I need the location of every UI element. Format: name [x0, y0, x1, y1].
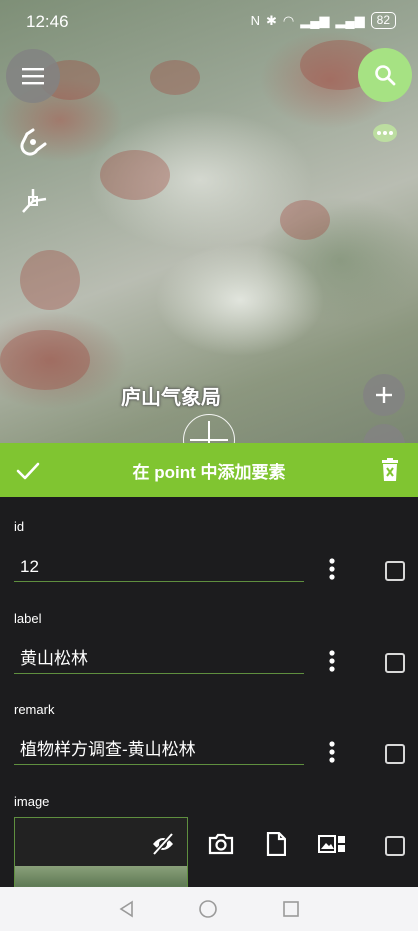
file-icon [266, 832, 286, 856]
remember-checkbox[interactable] [385, 836, 405, 856]
status-icons: N ✱ ◠ ▂▄▆ ▂▄▆ 82 [251, 12, 396, 29]
gallery-icon [318, 835, 345, 853]
map-view[interactable]: 12:46 N ✱ ◠ ▂▄▆ ▂▄▆ 82 庐山气象局 [0, 0, 418, 445]
field-menu-button[interactable] [321, 648, 343, 674]
check-icon [16, 462, 40, 480]
field-menu-button[interactable] [321, 556, 343, 582]
more-vertical-icon [329, 741, 335, 763]
system-nav-bar [0, 887, 418, 931]
zoom-in-button[interactable] [363, 374, 405, 416]
field-menu-button[interactable] [321, 739, 343, 765]
field-label-label: label [14, 611, 42, 626]
field-label-remark: remark [14, 702, 55, 717]
image-preview [15, 866, 187, 887]
file-button[interactable] [262, 830, 290, 858]
remember-checkbox[interactable] [385, 561, 405, 581]
camera-button[interactable] [207, 830, 235, 858]
more-vertical-icon [329, 558, 335, 580]
nfc-icon: N [250, 13, 260, 28]
search-button[interactable] [358, 48, 412, 102]
label-input[interactable]: 黄山松林 [14, 644, 304, 674]
search-icon [375, 65, 396, 86]
more-vertical-icon [329, 650, 335, 672]
delete-icon [382, 458, 398, 481]
battery-indicator: 82 [370, 12, 396, 29]
remember-checkbox[interactable] [385, 653, 405, 673]
crosshair-icon [183, 414, 235, 445]
camera-icon [208, 833, 234, 855]
delete-button[interactable] [377, 456, 403, 484]
field-label-id: id [14, 519, 25, 534]
map-place-label: 庐山气象局 [121, 387, 221, 409]
form-title: 在 point 中添加要素 [132, 462, 286, 482]
chat-bubble-icon[interactable] [372, 123, 398, 150]
status-time: 12:46 [26, 12, 69, 31]
bluetooth-icon: ✱ [265, 12, 277, 28]
signal-2-icon: ▂▄▆ [335, 12, 365, 28]
recents-square-icon[interactable] [282, 900, 300, 918]
snap-tool-button[interactable] [17, 124, 51, 158]
magnet-snap-icon [20, 128, 47, 156]
home-circle-icon[interactable] [198, 899, 218, 919]
signal-icon: ▂▄▆ [300, 12, 330, 28]
vertex-tool-button[interactable] [17, 184, 51, 218]
remark-input[interactable]: 植物样方调查-黄山松林 [14, 735, 304, 765]
hamburger-menu-icon [22, 68, 44, 85]
zoom-out-button[interactable] [363, 424, 405, 445]
field-label-image: image [14, 794, 50, 809]
form-header: 在 point 中添加要素 [0, 443, 418, 497]
plus-icon [376, 387, 392, 403]
remember-checkbox[interactable] [385, 744, 405, 764]
gallery-button[interactable] [318, 830, 346, 858]
wifi-icon: ◠ [282, 12, 295, 28]
attribute-form: id 12 label 黄山松林 remark 植物样方调查-黄山松林 imag… [0, 497, 418, 887]
id-input[interactable]: 12 [14, 552, 304, 582]
image-field[interactable] [14, 817, 188, 887]
menu-button[interactable] [6, 49, 60, 103]
status-bar: 12:46 N ✱ ◠ ▂▄▆ ▂▄▆ 82 [0, 0, 418, 42]
vertex-tool-icon [22, 189, 47, 213]
back-triangle-icon[interactable] [118, 900, 134, 918]
confirm-button[interactable] [14, 457, 42, 485]
eye-off-icon[interactable] [150, 832, 176, 861]
